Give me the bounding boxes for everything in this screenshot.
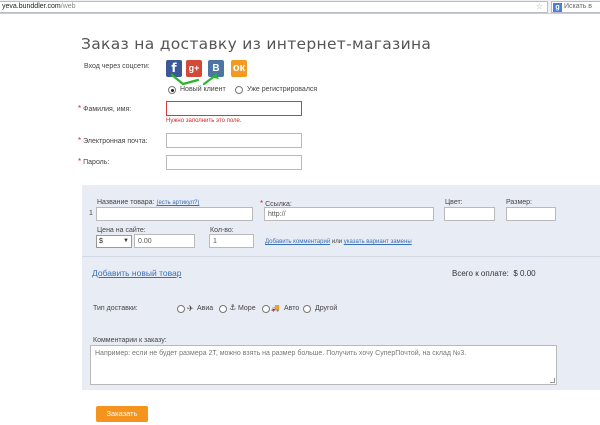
total-value: $ 0.00 xyxy=(513,269,536,278)
quantity-label: Кол-во: xyxy=(210,227,234,234)
plane-icon: ✈ xyxy=(187,304,194,313)
radio-new-client-label[interactable]: Новый клиент xyxy=(180,86,226,93)
delivery-radio-auto[interactable] xyxy=(262,305,270,313)
truck-icon: 🚚 xyxy=(271,305,280,312)
annotation-arrow xyxy=(170,73,185,86)
resize-handle[interactable] xyxy=(550,378,555,383)
radio-new-client[interactable] xyxy=(168,86,176,94)
required-mark: * xyxy=(78,104,82,113)
order-total: Всего к оплате: $ 0.00 xyxy=(452,269,536,278)
url-host: yeva.bunddler.com xyxy=(2,3,61,10)
name-label: * Фамилия, имя: xyxy=(78,104,131,113)
add-comment-link[interactable]: Добавить комментарий xyxy=(265,239,330,245)
search-box[interactable]: g Искать в xyxy=(551,1,600,13)
product-row-number: 1 xyxy=(89,210,93,217)
delivery-radio-air[interactable] xyxy=(177,305,185,313)
browser-toolbar: yeva.bunddler.com/web ☆ g Искать в xyxy=(0,0,600,14)
email-label-text: Электронная почта: xyxy=(83,138,148,145)
comments-textarea[interactable]: Например: если не будет размера 2T, можн… xyxy=(90,345,557,385)
required-mark: * xyxy=(78,136,82,145)
or-text: или xyxy=(331,239,343,245)
add-product-link[interactable]: Добавить новый товар xyxy=(92,268,181,278)
delivery-auto-label[interactable]: Авто xyxy=(284,305,299,312)
price-input[interactable]: 0.00 xyxy=(134,234,195,248)
replacement-link[interactable]: указать вариант замены xyxy=(344,239,412,245)
email-input[interactable] xyxy=(166,133,302,148)
total-label: Всего к оплате: xyxy=(452,269,509,278)
chevron-down-icon: ▼ xyxy=(123,238,129,244)
product-extra-links: Добавить комментарий или указать вариант… xyxy=(265,239,412,245)
social-login-label: Вход через соцсети: xyxy=(84,63,150,70)
article-hint-link[interactable]: (есть артикул?) xyxy=(156,200,199,206)
delivery-radio-sea[interactable] xyxy=(219,305,227,313)
page-title: Заказ на доставку из интернет-магазина xyxy=(81,35,432,53)
password-input[interactable] xyxy=(166,155,302,170)
size-input[interactable] xyxy=(506,207,556,221)
delivery-radio-other[interactable] xyxy=(303,305,311,313)
product-link-input[interactable]: http:// xyxy=(264,207,434,221)
url-path: /web xyxy=(60,3,76,10)
product-name-input[interactable] xyxy=(96,207,253,221)
product-name-label-text: Название товара: xyxy=(97,199,155,206)
password-label: * Пароль: xyxy=(78,157,109,166)
delivery-type-label: Тип доставки: xyxy=(93,305,138,312)
quantity-input[interactable]: 1 xyxy=(209,234,254,248)
annotation-arrow xyxy=(181,78,200,86)
required-mark: * xyxy=(78,157,82,166)
bookmark-star-icon[interactable]: ☆ xyxy=(536,2,543,12)
delivery-sea-label[interactable]: Море xyxy=(238,305,256,312)
password-label-text: Пароль: xyxy=(83,159,110,166)
size-label: Размер: xyxy=(506,199,533,206)
order-button[interactable]: Заказать xyxy=(96,406,148,422)
name-error-message: Нужно заполнить это поле. xyxy=(166,118,242,124)
currency-select[interactable]: $ ▼ xyxy=(96,235,132,248)
address-bar[interactable]: yeva.bunddler.com/web ☆ xyxy=(0,1,548,13)
currency-value: $ xyxy=(99,238,103,245)
odnoklassniki-icon[interactable]: ок xyxy=(231,60,247,77)
name-input[interactable] xyxy=(166,101,302,116)
comments-label: Комментарии к заказу: xyxy=(93,337,167,344)
delivery-other-label[interactable]: Другой xyxy=(315,305,337,312)
panel-divider xyxy=(82,256,600,257)
price-label: Цена на сайте: xyxy=(97,227,146,234)
radio-registered-label[interactable]: Уже регистрировался xyxy=(247,86,317,93)
search-engine-icon: g xyxy=(553,3,562,12)
comments-placeholder: Например: если не будет размера 2T, можн… xyxy=(95,350,467,357)
product-name-label: Название товара: (есть артикул?) xyxy=(97,199,199,206)
radio-registered[interactable] xyxy=(235,86,243,94)
required-mark: * xyxy=(260,199,264,208)
name-label-text: Фамилия, имя: xyxy=(83,106,132,113)
email-label: * Электронная почта: xyxy=(78,136,148,145)
color-label: Цвет: xyxy=(445,199,463,206)
color-input[interactable] xyxy=(444,207,495,221)
delivery-air-label[interactable]: Авиа xyxy=(197,305,213,312)
anchor-icon: ⚓ xyxy=(229,303,237,312)
search-placeholder: Искать в xyxy=(564,3,593,10)
